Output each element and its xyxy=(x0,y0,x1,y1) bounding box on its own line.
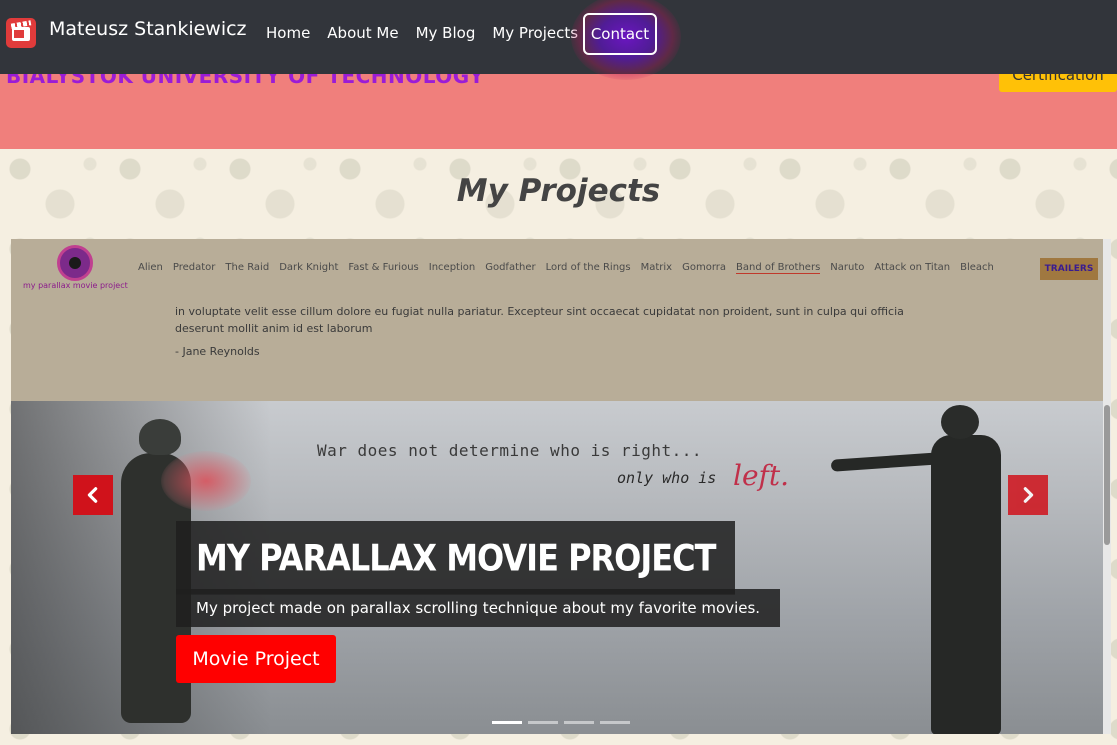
soldier-right-body xyxy=(931,435,1001,734)
preview-menu-item[interactable]: Naruto xyxy=(830,262,864,274)
projects-title: My Projects xyxy=(456,173,661,209)
brand-name[interactable]: Mateusz Stankiewicz xyxy=(49,18,247,40)
certification-button[interactable]: Certification xyxy=(999,74,1117,92)
trailers-button[interactable]: TRAILERS xyxy=(1040,258,1098,280)
movie-project-button[interactable]: Movie Project xyxy=(176,635,336,683)
preview-menu-item[interactable]: Attack on Titan xyxy=(874,262,950,274)
preview-menu-item[interactable]: Lord of the Rings xyxy=(546,262,631,274)
nav-my-projects[interactable]: My Projects xyxy=(492,24,578,42)
preview-menu-item[interactable]: Matrix xyxy=(641,262,672,274)
preview-logo-text: my parallax movie project xyxy=(23,281,128,290)
preview-navbar: my parallax movie project Alien Predator… xyxy=(11,239,1111,301)
preview-menu-item[interactable]: Fast & Furious xyxy=(348,262,418,274)
preview-menu-item[interactable]: Predator xyxy=(173,262,216,274)
preview-menu-item[interactable]: Godfather xyxy=(485,262,535,274)
nav-home[interactable]: Home xyxy=(266,24,310,42)
chevron-left-icon xyxy=(87,487,98,503)
quote-text: in voluptate velit esse cillum dolore eu… xyxy=(175,305,904,335)
education-strip: BIALYSTOK UNIVERSITY OF TECHNOLOGY Certi… xyxy=(0,74,1117,149)
soldier-right-head xyxy=(941,405,979,439)
carousel-indicator-active[interactable] xyxy=(492,721,522,724)
preview-menu-item[interactable]: Inception xyxy=(429,262,475,274)
soldier-right-figure xyxy=(830,401,1043,734)
preview-menu: Alien Predator The Raid Dark Knight Fast… xyxy=(138,262,1004,274)
university-title: BIALYSTOK UNIVERSITY OF TECHNOLOGY xyxy=(6,74,485,88)
preview-quote: in voluptate velit esse cillum dolore eu… xyxy=(11,301,1111,401)
carousel-prev-button[interactable] xyxy=(73,475,113,515)
clapperboard-icon[interactable] xyxy=(6,18,36,48)
main-nav: Home About Me My Blog My Projects xyxy=(266,24,595,42)
scrollbar-thumb[interactable] xyxy=(1104,405,1110,545)
slide-title: MY PARALLAX MOVIE PROJECT xyxy=(176,521,736,595)
blood-splatter xyxy=(161,451,251,511)
preview-logo-icon xyxy=(57,245,93,281)
preview-scrollbar[interactable] xyxy=(1103,239,1111,734)
preview-menu-item[interactable]: Dark Knight xyxy=(279,262,338,274)
nav-about-me[interactable]: About Me xyxy=(327,24,398,42)
projects-section: My Projects my parallax movie project Al… xyxy=(0,149,1117,745)
carousel-next-button[interactable] xyxy=(1008,475,1048,515)
project-preview-frame[interactable]: my parallax movie project Alien Predator… xyxy=(11,239,1111,734)
preview-menu-item[interactable]: Gomorra xyxy=(682,262,726,274)
slide-tagline-word: left. xyxy=(733,459,790,492)
carousel-indicators xyxy=(492,721,630,724)
slide-tagline-line2: only who is xyxy=(617,469,717,487)
carousel-indicator[interactable] xyxy=(528,721,558,724)
quote-author: - Jane Reynolds xyxy=(175,345,260,358)
preview-menu-item[interactable]: Alien xyxy=(138,262,163,274)
clapper-body xyxy=(12,27,30,41)
soldier-right-arm xyxy=(830,452,942,472)
carousel-indicator[interactable] xyxy=(564,721,594,724)
contact-button[interactable]: Contact xyxy=(583,13,657,55)
carousel-slide: War does not determine who is right... o… xyxy=(11,401,1111,734)
preview-menu-item[interactable]: The Raid xyxy=(225,262,269,274)
preview-menu-item-active[interactable]: Band of Brothers xyxy=(736,262,821,274)
chevron-right-icon xyxy=(1023,487,1034,503)
slide-tagline-line1: War does not determine who is right... xyxy=(317,441,703,460)
soldier-left-head xyxy=(139,419,181,455)
carousel-indicator[interactable] xyxy=(600,721,630,724)
top-navbar: Mateusz Stankiewicz Home About Me My Blo… xyxy=(0,0,1117,80)
slide-subtitle: My project made on parallax scrolling te… xyxy=(176,589,781,627)
preview-menu-item[interactable]: Bleach xyxy=(960,262,994,274)
nav-my-blog[interactable]: My Blog xyxy=(416,24,476,42)
